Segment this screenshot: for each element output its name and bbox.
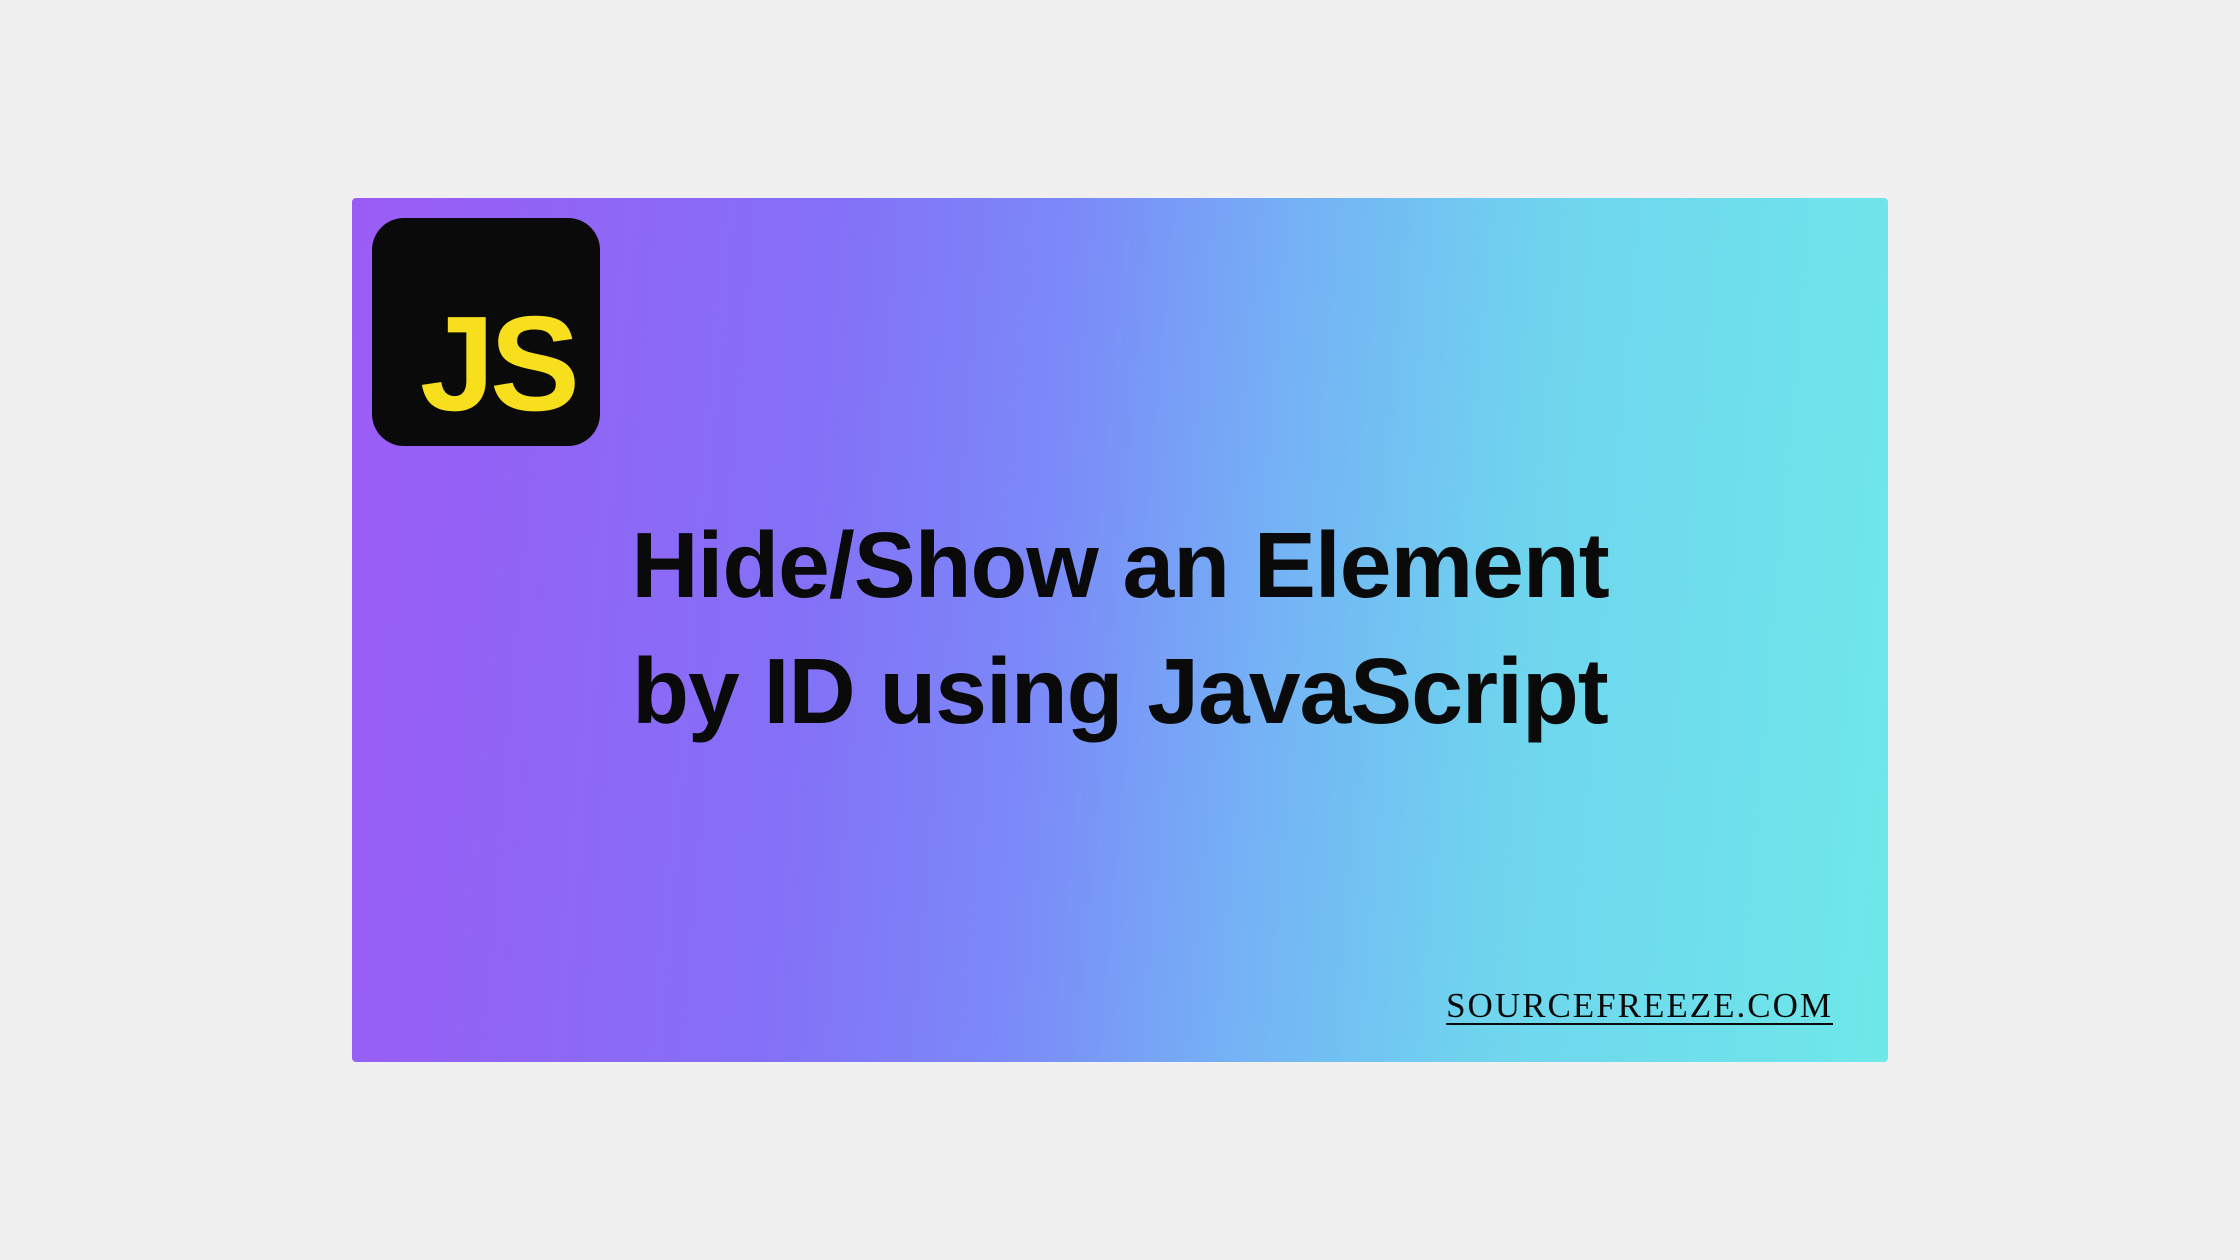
content-card: JS Hide/Show an Element by ID using Java… xyxy=(352,198,1888,1062)
main-title: Hide/Show an Element by ID using JavaScr… xyxy=(352,503,1888,754)
js-logo: JS xyxy=(372,218,600,446)
js-logo-text: JS xyxy=(420,296,575,431)
title-line-2: by ID using JavaScript xyxy=(632,639,1607,743)
title-line-1: Hide/Show an Element xyxy=(631,513,1608,617)
attribution-link[interactable]: SOURCEFREEZE.COM xyxy=(1446,986,1833,1026)
